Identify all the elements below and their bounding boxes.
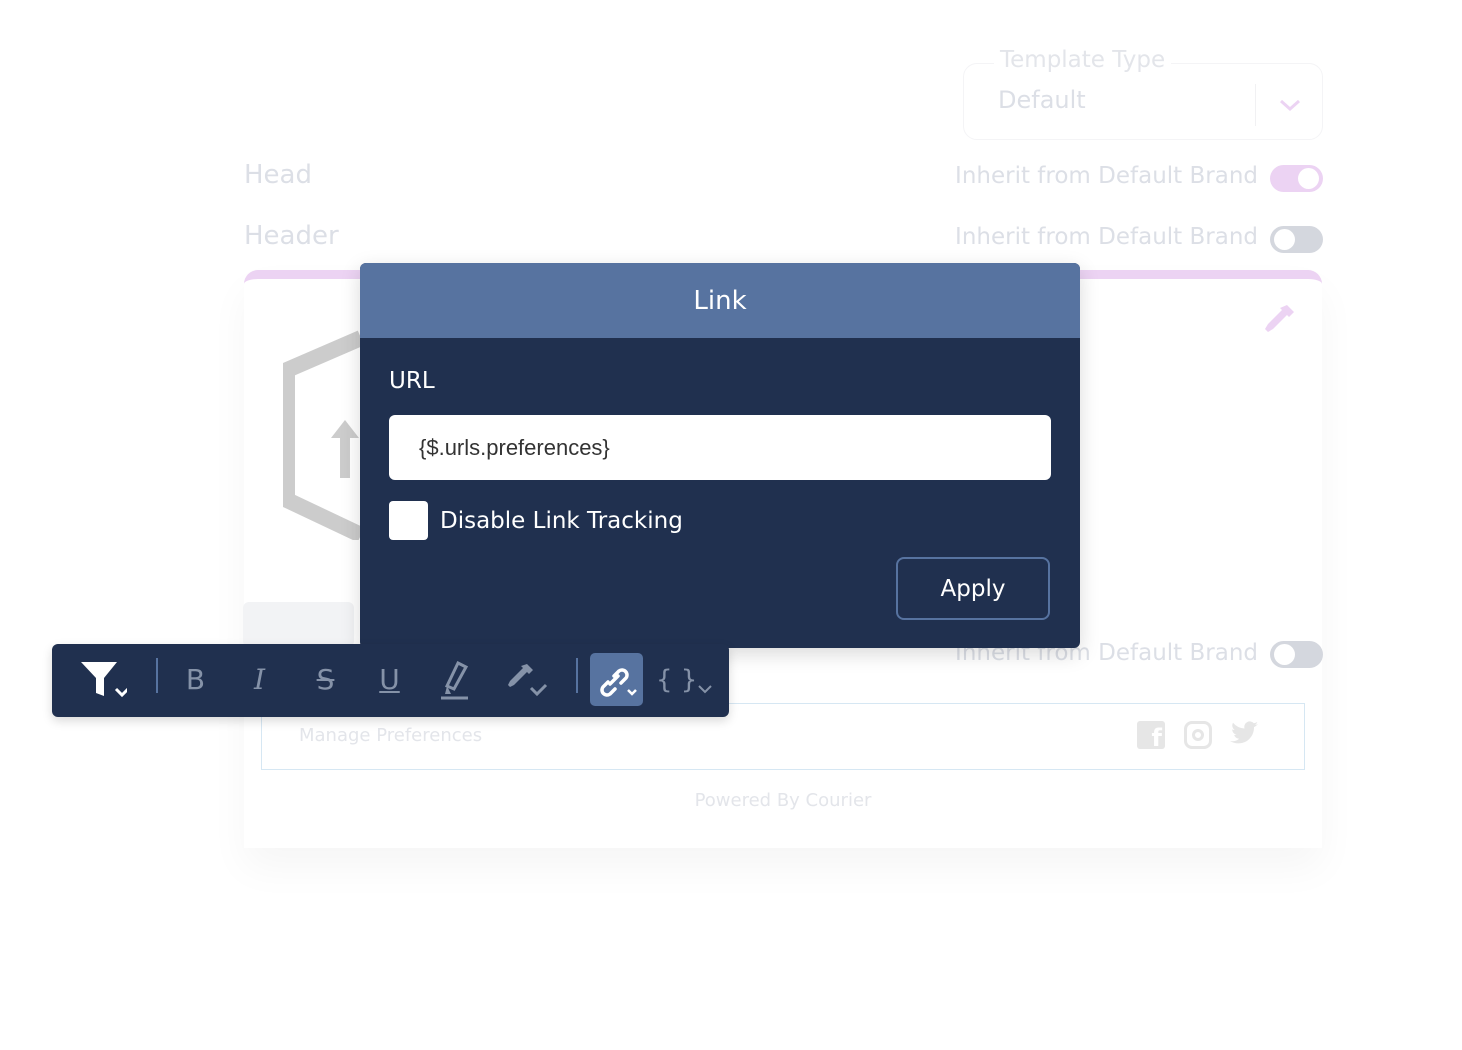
- logo-placeholder-icon: [283, 330, 363, 540]
- footer-inherit-toggle[interactable]: [1270, 641, 1323, 668]
- manage-preferences-link[interactable]: Manage Preferences: [299, 725, 482, 746]
- bold-icon[interactable]: B: [169, 653, 222, 706]
- toolbar-separator: [576, 658, 578, 693]
- link-modal-header: Link: [360, 263, 1080, 338]
- underline-icon[interactable]: U: [363, 653, 416, 706]
- link-modal-title: Link: [693, 285, 747, 316]
- italic-icon[interactable]: I: [233, 653, 286, 706]
- apply-button-label: Apply: [940, 575, 1006, 602]
- eyedropper-icon[interactable]: [1263, 302, 1297, 336]
- link-modal: Link URL Disable Link Tracking Apply: [360, 263, 1080, 648]
- instagram-icon[interactable]: [1184, 721, 1212, 749]
- facebook-icon[interactable]: f: [1137, 721, 1165, 752]
- select-divider: [1255, 84, 1256, 126]
- template-type-value: Default: [998, 86, 1086, 114]
- toolbar-separator: [156, 658, 158, 693]
- header-inherit-label: Inherit from Default Brand: [955, 224, 1258, 250]
- disable-link-tracking-label[interactable]: Disable Link Tracking: [440, 508, 683, 534]
- variable-icon[interactable]: { }: [656, 653, 716, 706]
- section-head-label: Head: [244, 160, 312, 190]
- url-input[interactable]: [389, 415, 1051, 480]
- edit-logo-button[interactable]: [243, 602, 354, 647]
- link-icon[interactable]: [590, 653, 643, 706]
- template-type-select[interactable]: Template Type Default: [963, 47, 1323, 140]
- powered-by-text: Powered By Courier: [694, 790, 872, 811]
- twitter-icon[interactable]: [1229, 721, 1259, 747]
- url-label: URL: [389, 368, 435, 394]
- filter-icon[interactable]: [74, 653, 127, 706]
- head-inherit-label: Inherit from Default Brand: [955, 163, 1258, 189]
- section-header-label: Header: [244, 221, 339, 251]
- variable-braces: { }: [656, 664, 698, 695]
- chevron-down-icon: [1280, 99, 1300, 112]
- head-inherit-toggle[interactable]: [1270, 165, 1323, 192]
- highlighter-icon[interactable]: [428, 653, 481, 706]
- apply-button[interactable]: Apply: [896, 557, 1050, 620]
- header-inherit-toggle[interactable]: [1270, 226, 1323, 253]
- color-picker-icon[interactable]: [500, 653, 553, 706]
- strikethrough-icon[interactable]: S: [299, 653, 352, 706]
- template-type-legend: Template Type: [994, 47, 1172, 73]
- disable-link-tracking-checkbox[interactable]: [389, 501, 428, 540]
